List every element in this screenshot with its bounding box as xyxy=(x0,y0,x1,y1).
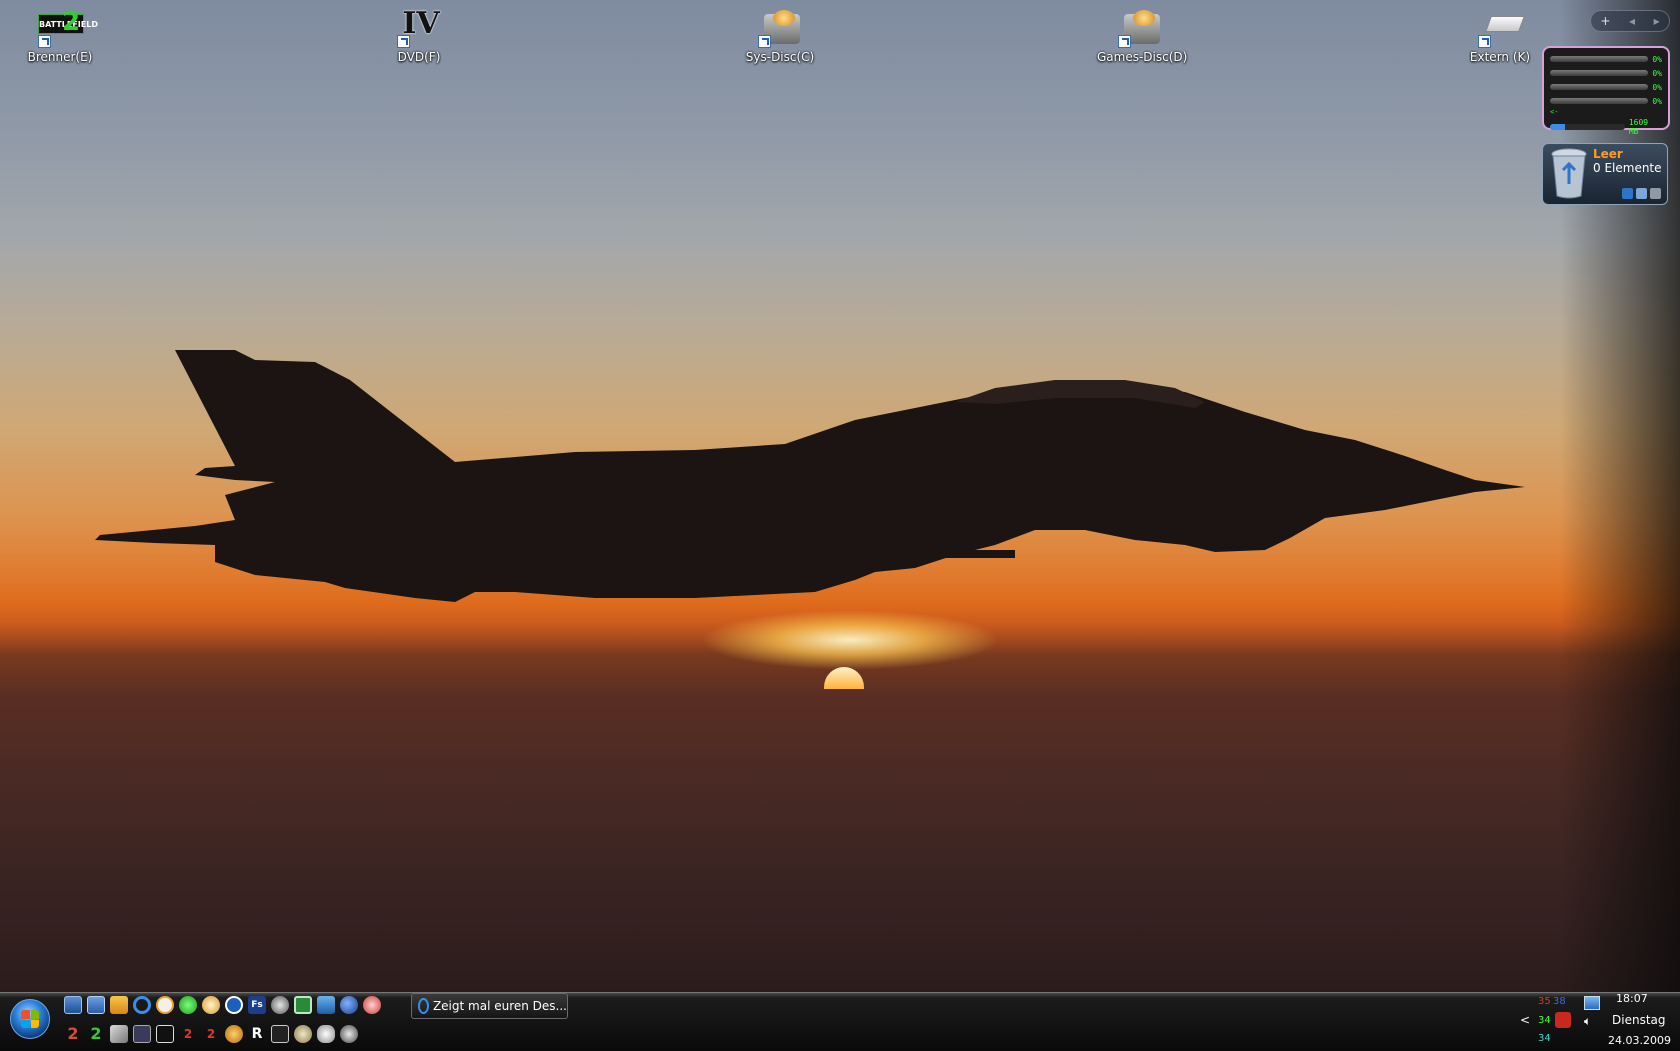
steam-icon[interactable] xyxy=(271,996,289,1014)
antivirus-tray-icon[interactable] xyxy=(1555,1012,1571,1028)
app-2-red-icon[interactable]: 2 xyxy=(64,1025,82,1043)
tool-icon[interactable] xyxy=(156,1025,174,1043)
media-player-icon[interactable] xyxy=(110,996,128,1014)
app-2-icon[interactable]: 2 xyxy=(179,1025,197,1043)
network-icon[interactable] xyxy=(317,996,335,1014)
tray-net-b: 38 xyxy=(1553,996,1566,1007)
shortcut-arrow-icon xyxy=(1478,35,1491,48)
ccleaner-icon[interactable] xyxy=(294,996,312,1014)
cpu-core-percent: 0% xyxy=(1652,96,1662,106)
desktop-icon-label: Games-Disc(D) xyxy=(1097,50,1188,64)
desktop-icon-sys-disc[interactable]: Sys-Disc(C) xyxy=(737,8,823,64)
cpu-core-bar xyxy=(1550,84,1649,90)
battlefield-2-glyph: 2 xyxy=(62,7,81,37)
shortcut-arrow-icon xyxy=(38,35,51,48)
windows-logo-icon xyxy=(21,1010,39,1028)
jet-silhouette xyxy=(95,350,1525,602)
desktop-icon-label: Brenner(E) xyxy=(27,50,93,64)
desktop-icon-brenner[interactable]: BATTLEFIELD 2 Brenner(E) xyxy=(17,8,103,64)
cpu-core-percent: 0% xyxy=(1652,54,1662,64)
app-2-green-icon[interactable]: 2 xyxy=(87,1025,105,1043)
battlefield-game-icon: BATTLEFIELD 2 xyxy=(36,7,98,48)
rockstar-icon[interactable]: R xyxy=(248,1025,266,1043)
tray-temp-2: 34 xyxy=(1538,1033,1551,1044)
network-tray-icon[interactable] xyxy=(1584,996,1600,1010)
zip-icon[interactable] xyxy=(271,1025,289,1043)
external-drive-icon xyxy=(1476,8,1525,48)
mem-arrow-label: <- xyxy=(1550,108,1559,116)
skull-icon[interactable] xyxy=(317,1025,335,1043)
cpu-core-percent: 0% xyxy=(1652,68,1662,78)
shortcut-arrow-icon xyxy=(758,35,771,48)
next-gadget-button[interactable]: ▸ xyxy=(1654,14,1660,28)
memory-value: 1609 MB xyxy=(1628,118,1649,136)
empty-bin-icon[interactable] xyxy=(1650,188,1661,199)
memory-row: 1609 MB xyxy=(1550,118,1662,136)
desktop-icon-label: DVD(F) xyxy=(397,50,441,64)
sidebar-gadget-controls: + ◂ ▸ xyxy=(1590,10,1670,32)
fs-icon[interactable]: Fs xyxy=(248,996,266,1014)
messenger-icon[interactable] xyxy=(156,996,174,1014)
recycle-bin-gadget[interactable]: Leer 0 Elemente xyxy=(1542,143,1668,205)
cpu-core-percent: 0% xyxy=(1652,82,1662,92)
show-hidden-icons-chevron[interactable]: < xyxy=(1520,1013,1530,1027)
clock-date[interactable]: 24.03.2009 xyxy=(1608,1034,1671,1047)
start-button[interactable] xyxy=(10,999,50,1039)
cpu-core-row: 0% xyxy=(1550,66,1662,80)
green-orb-icon[interactable] xyxy=(179,996,197,1014)
switch-windows-icon[interactable] xyxy=(87,996,105,1014)
cpu-core-bar xyxy=(1550,98,1649,104)
cpu-core-row: 0% xyxy=(1550,94,1662,108)
recycle-bin-icon xyxy=(1551,148,1587,199)
gta-iv-disc-icon: IV xyxy=(395,8,443,48)
quick-launch-row-2: 2 2 2 2 R xyxy=(64,1025,358,1043)
uplay-icon[interactable] xyxy=(225,1025,243,1043)
quick-launch-row-1: Fs xyxy=(64,996,381,1014)
cpu-core-bar xyxy=(1550,70,1649,76)
clock-time[interactable]: 18:07 xyxy=(1616,992,1648,1005)
app-2-icon[interactable]: 2 xyxy=(202,1025,220,1043)
desktop-icon-label: Extern (K) xyxy=(1469,50,1531,64)
cpu-meter-gadget[interactable]: 0% 0% 0% 0% <- 1609 MB xyxy=(1542,46,1670,136)
prev-gadget-button[interactable]: ◂ xyxy=(1629,14,1635,28)
taskbar-window-label: Zeigt mal euren Des... xyxy=(432,999,567,1013)
audio-icon[interactable] xyxy=(202,996,220,1014)
desktop-icon-label: Sys-Disc(C) xyxy=(745,50,815,64)
tray-net-a: 35 xyxy=(1538,996,1551,1007)
open-bin-icon[interactable] xyxy=(1636,188,1647,199)
cmd-icon[interactable] xyxy=(133,1025,151,1043)
wrench-icon[interactable] xyxy=(110,1025,128,1043)
hard-disk-icon xyxy=(1116,8,1164,48)
bulldog-icon[interactable] xyxy=(294,1025,312,1043)
firefox-icon[interactable] xyxy=(340,996,358,1014)
clock-day[interactable]: Dienstag xyxy=(1612,1013,1666,1027)
internet-explorer-icon[interactable] xyxy=(133,996,151,1014)
volume-icon[interactable]: 🔈︎ xyxy=(1584,1014,1591,1029)
tray-temp-1: 34 xyxy=(1538,1015,1551,1026)
desktop-icon-games-disc[interactable]: Games-Disc(D) xyxy=(1097,8,1188,64)
cpu-core-row: 0% xyxy=(1550,52,1662,66)
memory-bar-fill xyxy=(1550,124,1565,130)
cpu-core-bar xyxy=(1550,56,1649,62)
download-icon[interactable] xyxy=(225,996,243,1014)
recycle-bin-title: Leer xyxy=(1593,147,1623,161)
internet-explorer-icon xyxy=(418,998,429,1014)
game-icon[interactable] xyxy=(363,996,381,1014)
taskbar-window-button[interactable]: Zeigt mal euren Des... xyxy=(411,993,568,1019)
globe-icon[interactable] xyxy=(340,1025,358,1043)
shortcut-arrow-icon xyxy=(397,35,410,48)
desktop-icon-extern[interactable]: Extern (K) xyxy=(1457,8,1543,64)
recycle-bin-actions xyxy=(1622,188,1661,199)
recycle-bin-count: 0 Elemente xyxy=(1593,161,1662,175)
show-desktop-icon[interactable] xyxy=(64,996,82,1014)
memory-bar xyxy=(1550,124,1625,130)
cpu-core-row: 0% xyxy=(1550,80,1662,94)
shortcut-arrow-icon xyxy=(1118,35,1131,48)
desktop-icon-dvd[interactable]: IV DVD(F) xyxy=(376,8,462,64)
add-gadget-button[interactable]: + xyxy=(1600,14,1610,28)
hard-disk-icon xyxy=(756,8,804,48)
refresh-icon[interactable] xyxy=(1622,188,1633,199)
